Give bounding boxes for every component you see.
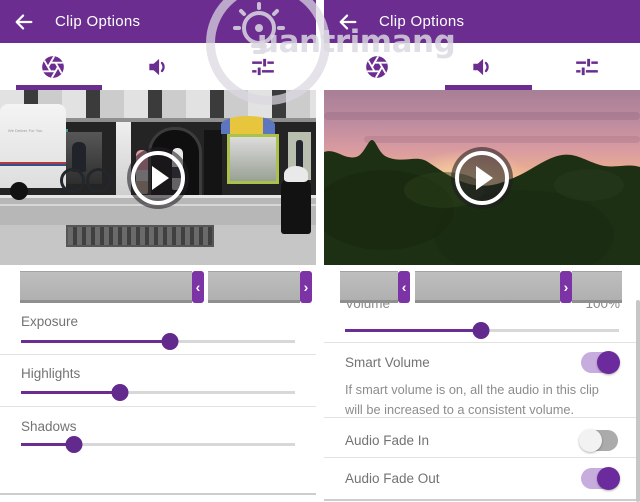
trim-strip[interactable] xyxy=(572,271,622,303)
highlights-slider[interactable] xyxy=(21,384,295,401)
audio-fade-in-toggle[interactable] xyxy=(579,429,618,452)
aperture-icon xyxy=(41,55,64,78)
clip-trimmer: ‹ › xyxy=(20,271,312,303)
audio-fade-out-toggle[interactable] xyxy=(581,467,620,490)
slider-fill xyxy=(21,340,171,343)
clip-options-screen-exposure: Clip Options We Deliver For You ‹ › Expo… xyxy=(0,0,316,502)
divider xyxy=(0,354,316,355)
trim-handle-right[interactable]: › xyxy=(559,271,573,303)
play-button[interactable] xyxy=(451,146,513,209)
slider-thumb[interactable] xyxy=(472,322,490,339)
slider-thumb[interactable] xyxy=(111,384,129,401)
aperture-icon xyxy=(365,55,388,78)
trim-strip[interactable] xyxy=(208,271,301,303)
tab-audio[interactable] xyxy=(429,43,534,90)
tab-audio[interactable] xyxy=(105,43,210,90)
tab-bar xyxy=(324,43,640,90)
divider xyxy=(324,417,640,418)
sliders-icon xyxy=(252,58,275,75)
trim-strip[interactable] xyxy=(340,271,399,303)
divider xyxy=(324,342,640,343)
page-title: Clip Options xyxy=(55,13,141,30)
slider-thumb[interactable] xyxy=(161,333,179,350)
tab-exposure[interactable] xyxy=(0,43,105,90)
speaker-icon xyxy=(473,58,489,75)
chevron-right-icon: › xyxy=(303,279,309,295)
volume-row-clipped: Volume 100% xyxy=(345,303,620,316)
volume-slider[interactable] xyxy=(345,322,619,339)
tab-exposure[interactable] xyxy=(324,43,429,90)
back-arrow-icon[interactable] xyxy=(13,11,35,33)
shadows-label: Shadows xyxy=(21,419,77,434)
divider xyxy=(0,406,316,407)
scrollbar[interactable] xyxy=(636,300,640,502)
toggle-knob xyxy=(597,467,620,490)
screenshot-bottom-edge xyxy=(324,499,640,501)
mail-truck: We Deliver For You xyxy=(0,104,66,188)
exposure-slider[interactable] xyxy=(21,333,295,350)
screenshot-bottom-edge xyxy=(0,493,316,495)
fire-hydrant xyxy=(281,166,311,234)
slider-thumb[interactable] xyxy=(65,436,83,453)
video-preview-street: We Deliver For You xyxy=(0,90,316,265)
speaker-icon xyxy=(149,58,165,75)
app-bar: Clip Options xyxy=(0,0,316,43)
trim-handle-left[interactable]: ‹ xyxy=(191,271,204,303)
page-title: Clip Options xyxy=(379,13,465,30)
truck-wheel xyxy=(10,182,28,200)
chevron-right-icon: › xyxy=(563,279,569,295)
dark-doorway xyxy=(204,130,222,195)
smart-volume-description: If smart volume is on, all the audio in … xyxy=(345,382,599,418)
tab-adjust[interactable] xyxy=(211,43,316,90)
audio-fade-out-label: Audio Fade Out xyxy=(345,471,440,486)
volume-value: 100% xyxy=(585,303,620,311)
clip-options-screen-audio: Clip Options ‹ › Volume 100% Smart Volum… xyxy=(324,0,640,502)
chevron-left-icon: ‹ xyxy=(401,279,407,295)
tab-adjust[interactable] xyxy=(535,43,640,90)
audio-fade-in-label: Audio Fade In xyxy=(345,433,430,448)
bike-wheel-front xyxy=(86,168,111,193)
toggle-knob xyxy=(597,351,620,374)
highlights-label: Highlights xyxy=(21,366,81,381)
sewer-grate xyxy=(66,225,214,247)
sliders-icon xyxy=(576,58,599,75)
volume-label: Volume xyxy=(345,303,391,311)
trim-handle-right[interactable]: › xyxy=(300,271,312,303)
clip-trimmer: ‹ › xyxy=(340,271,622,303)
tab-bar xyxy=(0,43,316,90)
truck-stripe xyxy=(0,162,66,166)
exposure-label: Exposure xyxy=(21,314,79,329)
trim-strip[interactable] xyxy=(415,271,560,303)
back-arrow-icon[interactable] xyxy=(337,11,359,33)
video-preview-sunset xyxy=(324,90,640,265)
slider-fill xyxy=(21,391,121,394)
play-button[interactable] xyxy=(127,146,189,209)
bike-wheel-rear xyxy=(60,168,85,193)
hydrant-cap xyxy=(284,166,308,182)
trim-handle-left[interactable]: ‹ xyxy=(398,271,411,303)
toggle-knob xyxy=(579,429,602,452)
trim-strip[interactable] xyxy=(20,271,192,303)
cyclist xyxy=(60,142,111,198)
smart-volume-label: Smart Volume xyxy=(345,355,430,370)
smart-volume-toggle[interactable] xyxy=(581,351,620,374)
chevron-left-icon: ‹ xyxy=(195,279,201,295)
divider xyxy=(324,457,640,458)
umbrella xyxy=(221,116,275,134)
truck-text: We Deliver For You xyxy=(8,128,43,133)
slider-fill xyxy=(345,329,482,332)
app-bar: Clip Options xyxy=(324,0,640,43)
food-cart xyxy=(227,134,279,184)
shadows-slider[interactable] xyxy=(21,436,295,453)
